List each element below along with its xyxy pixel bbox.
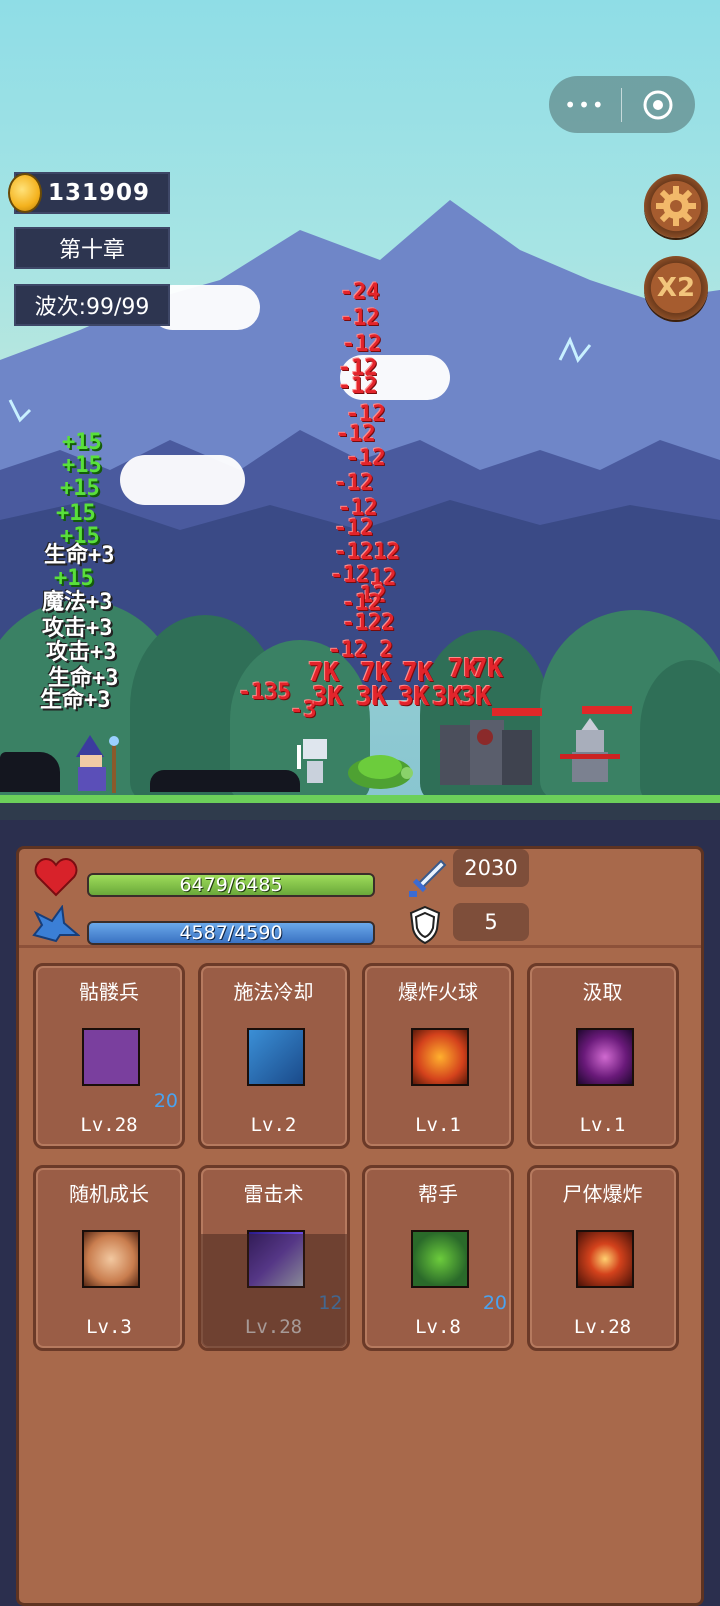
wave-counter: 波次:99/99: [14, 284, 170, 326]
damage-number: -12: [334, 516, 374, 541]
skill-name: 骷髅兵: [79, 980, 139, 1004]
damage-number: -12: [342, 332, 382, 357]
skill-level: Lv.8: [415, 1316, 461, 1338]
miniprogram-capsule: •••: [549, 76, 695, 133]
damage-number: 3K: [312, 682, 344, 712]
heal-number: +15: [62, 453, 102, 478]
damage-number: 3K: [356, 682, 388, 712]
mp-text: 4587/4590: [179, 922, 283, 944]
gear-icon: [656, 186, 696, 226]
shield-icon: [409, 905, 441, 945]
skill-name: 爆炸火球: [398, 980, 478, 1004]
stat-gain-text: 生命+3: [40, 688, 111, 713]
chapter-label: 第十章: [14, 227, 170, 269]
lightning-strike-icon: [246, 1230, 305, 1288]
skill-count-badge: 12: [318, 1292, 343, 1314]
damage-number: -12: [334, 471, 374, 496]
coin-amount: 131909: [48, 180, 151, 206]
stat-gain-text: 生命+3: [44, 543, 115, 568]
damage-number: 7K: [472, 654, 504, 684]
skill-name: 汲取: [582, 980, 623, 1004]
enemy-group: [430, 715, 540, 790]
damage-number: 3K: [432, 682, 464, 712]
settings-button[interactable]: [644, 174, 708, 238]
damage-number: -24: [340, 280, 380, 305]
defense-value: 5: [453, 903, 529, 941]
skill-count-badge: 20: [482, 1292, 507, 1314]
shadow-debris: [150, 770, 300, 792]
skeleton-hand-icon: [82, 1028, 140, 1086]
skill-level: Lv.1: [579, 1114, 626, 1136]
skill-card-3[interactable]: 爆炸火球 Lv.1: [362, 963, 514, 1149]
skill-count-badge: 20: [153, 1090, 178, 1112]
hp-bar: 6479/6485: [87, 873, 375, 897]
shadow-debris: [0, 752, 60, 792]
skill-card-8[interactable]: 尸体爆炸 Lv.28: [526, 1165, 679, 1351]
turtle-helper: [345, 745, 415, 790]
lightning-cooldown-icon: [246, 1028, 305, 1086]
stat-gain-text: 生命+3: [48, 666, 119, 691]
skill-card-1[interactable]: 骷髅兵 20 Lv.28: [33, 963, 185, 1149]
skill-level: Lv.28: [573, 1316, 632, 1338]
skill-card-7[interactable]: 帮手 20 Lv.8: [362, 1165, 514, 1351]
stat-gain-text: 攻击+3: [46, 640, 117, 665]
skill-level: Lv.2: [250, 1114, 297, 1136]
panel-divider: [19, 945, 701, 948]
stats-panel: 6479/6485 4587/4590 2030 5 骷髅兵 20 Lv.28 施法冷…: [16, 846, 704, 1606]
skill-name: 施法冷却: [233, 980, 314, 1004]
skill-card-2[interactable]: 施法冷却 Lv.2: [197, 963, 350, 1149]
heal-number: +15: [56, 501, 96, 526]
attack-value: 2030: [453, 849, 529, 887]
skill-name: 尸体爆炸: [562, 1182, 643, 1206]
stat-gain-text: 魔法+3: [42, 590, 113, 615]
damage-number: -122: [342, 611, 395, 636]
skill-level: Lv.1: [415, 1114, 461, 1136]
heart-icon: [34, 857, 78, 897]
wizard-player: [68, 735, 119, 793]
damage-number: -12: [336, 422, 376, 447]
damage-number: -12: [346, 446, 386, 471]
corpse-explosion-icon: [575, 1230, 634, 1288]
skill-level: Lv.3: [86, 1316, 132, 1338]
skill-card-4[interactable]: 汲取 Lv.1: [526, 963, 679, 1149]
cloud: [120, 455, 245, 505]
skill-level: Lv.28: [244, 1316, 303, 1338]
skill-card-6[interactable]: 雷击术 12 Lv.28: [197, 1165, 350, 1351]
fireball-icon: [411, 1028, 469, 1086]
coin-counter: 131909: [8, 172, 170, 214]
heal-number: +15: [54, 566, 94, 591]
target-circle-icon[interactable]: [622, 89, 694, 121]
damage-number: -1212: [334, 540, 401, 565]
fist-icon: [82, 1230, 140, 1288]
enemy-health-bar: [492, 708, 542, 716]
sword-icon: [409, 859, 447, 897]
damage-number: -12: [340, 306, 380, 331]
heal-number: +15: [62, 430, 102, 455]
enemy-health-bar: [582, 706, 632, 714]
skill-name: 帮手: [418, 1182, 458, 1206]
ground: [0, 795, 720, 820]
vortex-icon: [575, 1028, 634, 1086]
skill-level: Lv.28: [80, 1114, 138, 1136]
skill-card-5[interactable]: 随机成长 Lv.3: [33, 1165, 185, 1351]
knight-enemy: [560, 718, 620, 790]
hp-text: 6479/6485: [179, 874, 283, 896]
mp-bar: 4587/4590: [87, 921, 375, 945]
damage-number: -12: [338, 374, 378, 399]
skeleton-minion: [295, 735, 335, 790]
more-dots-icon[interactable]: •••: [549, 93, 621, 117]
stat-gain-text: 攻击+3: [42, 616, 113, 641]
damage-number: -135: [238, 680, 291, 705]
skill-name: 随机成长: [69, 1182, 149, 1206]
mana-drop-icon: [32, 905, 80, 943]
coin-icon: [8, 173, 42, 213]
damage-number: 3K: [460, 682, 492, 712]
turtle-helper-icon: [411, 1230, 469, 1288]
damage-number: 3K: [398, 682, 430, 712]
heal-number: +15: [60, 476, 100, 501]
skill-name: 雷击术: [243, 1182, 304, 1206]
speed-x2-button[interactable]: X2: [644, 256, 708, 320]
